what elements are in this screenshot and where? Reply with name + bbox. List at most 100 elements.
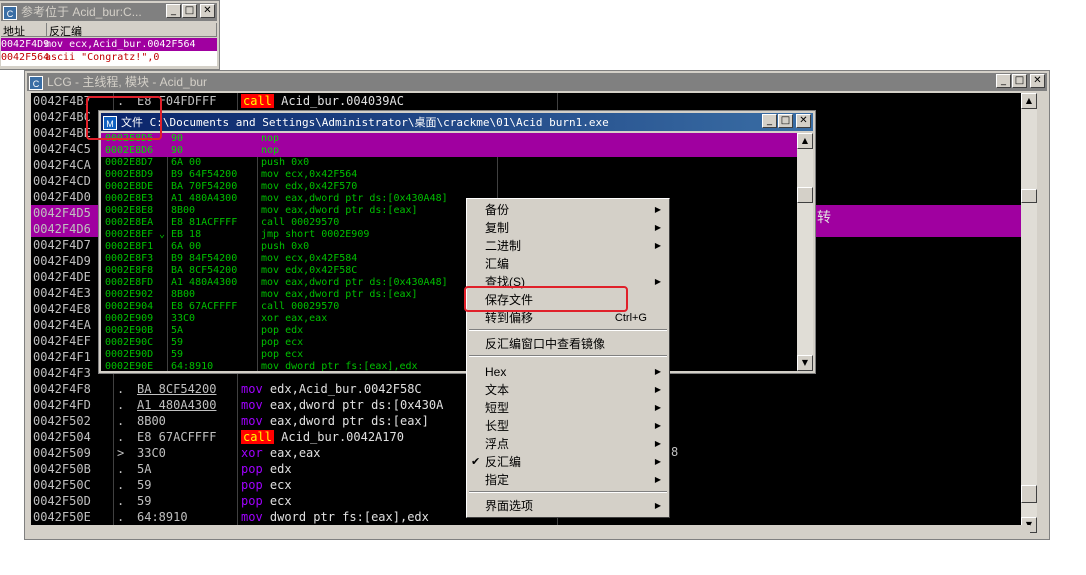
chevron-right-icon: ▶ (654, 457, 661, 466)
row-disasm: xor eax,eax (261, 313, 328, 324)
table-row[interactable]: 0002E90B 5A pop edx (101, 325, 799, 337)
minimize-button[interactable]: _ (996, 74, 1011, 88)
row-address: 0002E8EA (105, 217, 154, 228)
row-operands: edx,Acid_bur.0042F58C (269, 382, 422, 396)
menu-item-appearance[interactable]: 界面选项 ▶ (467, 497, 667, 515)
scroll-up-button[interactable]: ▲ (1021, 93, 1037, 109)
column-header-address[interactable]: 地址 (1, 23, 47, 38)
menu-item-view-image[interactable]: 反汇编窗口中查看镜像 (467, 335, 667, 353)
row-hex: 5A (171, 325, 184, 336)
row-hex: 8B00 (171, 205, 196, 216)
menu-item-short[interactable]: 短型 ▶ (467, 399, 667, 417)
app-icon: C (3, 5, 17, 20)
row-address: 0042F509 (33, 446, 91, 460)
row-opcode: pop (241, 478, 263, 492)
table-row[interactable]: 0002E8D6 90 nop (101, 145, 799, 157)
table-row[interactable]: 0002E8F3 B9 84F54200 mov ecx,0x42F584 (101, 253, 799, 265)
menu-item-disassemble[interactable]: ✔ 反汇编 ▶ (467, 453, 667, 471)
menu-item-copy[interactable]: 复制 ▶ (467, 219, 667, 237)
menu-item-long[interactable]: 长型 ▶ (467, 417, 667, 435)
menu-item-text[interactable]: 文本 ▶ (467, 381, 667, 399)
close-button[interactable]: ✕ (796, 114, 811, 128)
row-operands: eax,dword ptr ds:[0x430A (269, 398, 444, 412)
row-disasm: pop edx (261, 325, 304, 336)
menu-item-assemble[interactable]: 汇编 (467, 255, 667, 273)
row-operands: eax,eax (269, 446, 321, 460)
row-address: 0002E8EF (105, 229, 154, 240)
table-row[interactable]: 0002E904 E8 67ACFFFF call 00029570 (101, 301, 799, 313)
row-address: 0002E90C (105, 337, 154, 348)
menu-separator (469, 355, 667, 357)
row-hex: EB 18 (171, 229, 202, 240)
reference-window-titlebar[interactable]: C 参考位于 Acid_bur:C... _ □ ✕ (1, 3, 217, 21)
maximize-button[interactable]: □ (778, 114, 793, 128)
scroll-down-button[interactable]: ▼ (797, 355, 813, 371)
row-hex: 8B00 (137, 414, 166, 428)
cpu-window-titlebar[interactable]: C LCG - 主线程, 模块 - Acid_bur _ □ ✕ (27, 73, 1047, 91)
row-disasm: pop edx (241, 461, 292, 477)
file-disassembly-list[interactable]: 0002E8D5 90 nop 0002E8D6 90 nop 0002E8D7 6A 00 p… (101, 133, 799, 371)
menu-item-binary[interactable]: 二进制 ▶ (467, 237, 667, 255)
list-item[interactable]: 0042F4D9 mov ecx,Acid_bur.0042F564 (1, 38, 217, 51)
chevron-right-icon: ▶ (654, 241, 661, 250)
menu-item-goto-offset[interactable]: 转到偏移 Ctrl+G (467, 309, 667, 327)
scroll-thumb-lower[interactable] (1021, 485, 1037, 503)
table-row[interactable]: 0002E902 8B00 mov eax,dword ptr ds:[eax] (101, 289, 799, 301)
table-row[interactable]: 0002E8DE BA 70F54200 mov edx,0x42F570 (101, 181, 799, 193)
row-disasm: pop ecx (241, 477, 292, 493)
table-row[interactable]: 0002E90D 59 pop ecx (101, 349, 799, 361)
table-row[interactable]: 0002E8F8 BA 8CF54200 mov edx,0x42F58C (101, 265, 799, 277)
scroll-thumb[interactable] (797, 187, 813, 203)
table-row[interactable]: 0002E909 33C0 xor eax,eax (101, 313, 799, 325)
menu-item-backup[interactable]: 备份 ▶ (467, 201, 667, 219)
menu-item-float[interactable]: 浮点 ▶ (467, 435, 667, 453)
table-row[interactable]: 0002E8EA E8 81ACFFFF call 00029570 (101, 217, 799, 229)
maximize-button[interactable]: □ (1012, 74, 1027, 88)
scroll-thumb[interactable] (1021, 189, 1037, 203)
table-row[interactable]: 0002E90C 59 pop ecx (101, 337, 799, 349)
file-window-title: 文件 C:\Documents and Settings\Administrat… (121, 116, 609, 129)
row-opcode: call (241, 430, 274, 444)
table-row[interactable]: 0042F4B7. E8 F04FDFFF call Acid_bur.004039… (31, 93, 1021, 109)
row-disasm: mov eax,dword ptr ds:[eax] (261, 289, 418, 300)
row-disasm: call 00029570 (261, 217, 340, 228)
scroll-up-button[interactable]: ▲ (797, 133, 813, 149)
row-address: 0002E8F3 (105, 253, 154, 264)
row-hex: 64:8910 (171, 361, 214, 371)
row-hex: BA 8CF54200 (137, 382, 217, 396)
row-hex: 90 (171, 133, 184, 144)
table-row[interactable]: 0002E90E 64:8910 mov dword ptr fs:[eax],ed… (101, 361, 799, 371)
menu-item-hex[interactable]: Hex ▶ (467, 363, 667, 381)
close-button[interactable]: ✕ (200, 4, 215, 18)
row-hex: 59 (171, 349, 184, 360)
table-row[interactable]: 0002E8FD A1 480A4300 mov eax,dword ptr ds:… (101, 277, 799, 289)
file-vertical-scrollbar[interactable]: ▲ ▼ (797, 133, 813, 371)
menu-item-save-file[interactable]: 保存文件 (467, 291, 667, 309)
minimize-button[interactable]: _ (166, 4, 181, 18)
table-row[interactable]: 0002E8D7 6A 00 push 0x0 (101, 157, 799, 169)
close-button[interactable]: ✕ (1030, 74, 1045, 88)
menu-item-search[interactable]: 查找(S) ▶ (467, 273, 667, 291)
file-window-titlebar[interactable]: M 文件 C:\Documents and Settings\Administra… (101, 113, 813, 131)
minimize-button[interactable]: _ (762, 114, 777, 128)
chevron-right-icon: ▶ (654, 475, 661, 484)
table-row[interactable]: 0002E8E3 A1 480A4300 mov eax,dword ptr ds:… (101, 193, 799, 205)
row-marker: . (117, 494, 125, 508)
vertical-scrollbar[interactable]: ▲ ▼ (1021, 93, 1037, 533)
reference-window-title: 参考位于 Acid_bur:C... (21, 5, 142, 19)
maximize-button[interactable]: □ (182, 4, 197, 18)
table-row[interactable]: 0002E8E8 8B00 mov eax,dword ptr ds:[eax] (101, 205, 799, 217)
menu-item-specify[interactable]: 指定 ▶ (467, 471, 667, 489)
row-address: 0042F504 (33, 430, 91, 444)
column-header-disasm[interactable]: 反汇编 (47, 23, 217, 38)
row-marker: . (117, 430, 125, 444)
table-row[interactable]: 0002E8D5 90 nop (101, 133, 799, 145)
row-address: 0002E90B (105, 325, 154, 336)
list-item[interactable]: 0042F564 ascii "Congratz!",0 (1, 51, 217, 64)
row-address: 0002E8E3 (105, 193, 154, 204)
reference-list[interactable]: 0042F4D9 mov ecx,Acid_bur.0042F564 0042F… (1, 38, 217, 66)
table-row[interactable]: 0002E8F1 6A 00 push 0x0 (101, 241, 799, 253)
table-row[interactable]: 0002E8D9 B9 64F54200 mov ecx,0x42F564 (101, 169, 799, 181)
file-window: M 文件 C:\Documents and Settings\Administra… (98, 110, 816, 374)
table-row[interactable]: 0002E8EF ⌄ EB 18 jmp short 0002E909 (101, 229, 799, 241)
